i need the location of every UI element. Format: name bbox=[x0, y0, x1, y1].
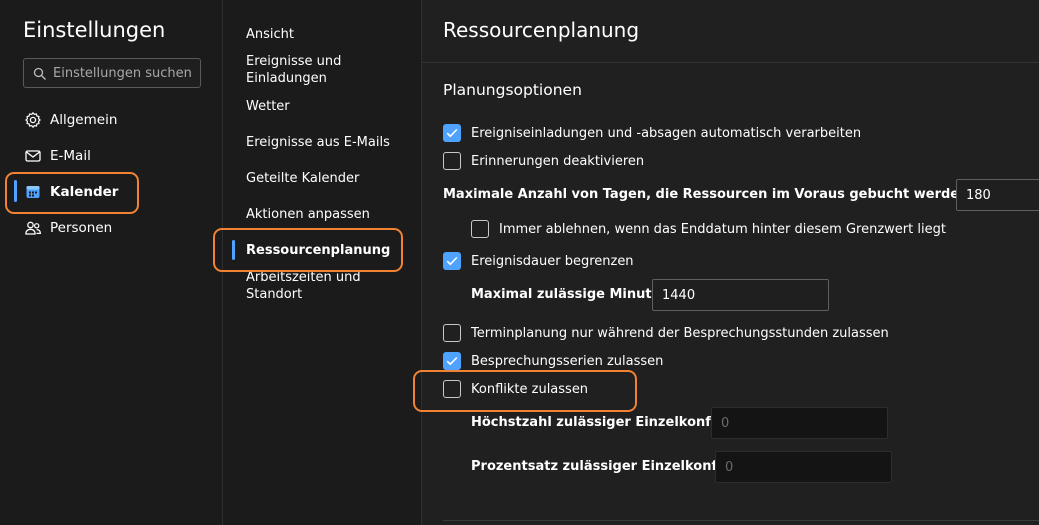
checkbox-checked-icon[interactable] bbox=[443, 124, 461, 142]
menu-item-geteilte-kalender[interactable]: Geteilte Kalender bbox=[246, 170, 411, 187]
mail-icon bbox=[23, 146, 43, 166]
pct-conflicts-label: Prozentsatz zulässiger Einzelkonflikte bbox=[471, 459, 750, 474]
option-label: Ereigniseinladungen und -absagen automat… bbox=[471, 125, 862, 141]
search-icon bbox=[33, 66, 47, 80]
highlight-annotation-kalender bbox=[5, 172, 139, 214]
highlight-annotation-konflikte bbox=[413, 370, 637, 412]
menu-item-arbeitszeiten-standort[interactable]: Arbeitszeiten und Standort bbox=[246, 269, 411, 303]
gear-icon bbox=[23, 110, 43, 130]
menu-item-ansicht[interactable]: Ansicht bbox=[246, 26, 411, 43]
resource-scheduling-pane: Ressourcenplanung Planungsoptionen Ereig… bbox=[413, 0, 1039, 525]
menu-item-ereignisse-aus-emails[interactable]: Ereignisse aus E-Mails bbox=[246, 134, 411, 151]
nav-item-label: Personen bbox=[50, 220, 113, 236]
option-label: Ereignisdauer begrenzen bbox=[471, 253, 634, 269]
settings-nav-pane: Einstellungen Einstellungen suchen Allge… bbox=[0, 0, 223, 525]
divider bbox=[422, 62, 1039, 63]
people-icon bbox=[23, 218, 43, 238]
option-label: Besprechungsserien zulassen bbox=[471, 353, 664, 369]
max-conflicts-input[interactable]: 0 bbox=[711, 407, 888, 439]
max-minutes-input[interactable]: 1440 bbox=[652, 279, 829, 311]
highlight-annotation-ressourcenplanung bbox=[213, 228, 403, 272]
checkbox-checked-icon[interactable] bbox=[443, 252, 461, 270]
nav-item-personen[interactable]: Personen bbox=[23, 216, 112, 240]
option-label: Erinnerungen deaktivieren bbox=[471, 153, 645, 169]
pct-conflicts-input[interactable]: 0 bbox=[715, 451, 892, 483]
menu-item-wetter[interactable]: Wetter bbox=[246, 98, 411, 115]
checkbox-unchecked-icon[interactable] bbox=[443, 152, 461, 170]
max-minutes-label: Maximal zulässige Minuten bbox=[471, 287, 670, 302]
option-label: Immer ablehnen, wenn das Enddatum hinter… bbox=[499, 221, 946, 237]
max-conflicts-label: Höchstzahl zulässiger Einzelkonflikte bbox=[471, 415, 744, 430]
option-always-decline[interactable]: Immer ablehnen, wenn das Enddatum hinter… bbox=[471, 220, 946, 238]
option-label: Terminplanung nur während der Besprechun… bbox=[471, 325, 889, 341]
nav-item-email[interactable]: E-Mail bbox=[23, 144, 91, 168]
option-limit-duration[interactable]: Ereignisdauer begrenzen bbox=[443, 252, 634, 270]
menu-item-aktionen-anpassen[interactable]: Aktionen anpassen bbox=[246, 206, 411, 223]
option-working-hours-only[interactable]: Terminplanung nur während der Besprechun… bbox=[443, 324, 889, 342]
max-days-input[interactable]: 180 bbox=[956, 179, 1039, 211]
checkbox-unchecked-icon[interactable] bbox=[471, 220, 489, 238]
nav-item-label: E-Mail bbox=[50, 148, 91, 164]
checkbox-checked-icon[interactable] bbox=[443, 352, 461, 370]
nav-item-allgemein[interactable]: Allgemein bbox=[23, 108, 117, 132]
menu-item-ereignisse-einladungen[interactable]: Ereignisse und Einladungen bbox=[246, 53, 411, 87]
checkbox-unchecked-icon[interactable] bbox=[443, 324, 461, 342]
calendar-settings-menu: Ansicht Ereignisse und Einladungen Wette… bbox=[213, 0, 422, 525]
divider bbox=[443, 520, 1039, 521]
option-disable-reminders[interactable]: Erinnerungen deaktivieren bbox=[443, 152, 644, 170]
settings-title: Einstellungen bbox=[23, 18, 166, 42]
section-title: Planungsoptionen bbox=[443, 81, 582, 99]
page-title: Ressourcenplanung bbox=[443, 18, 640, 42]
nav-item-label: Allgemein bbox=[50, 112, 118, 128]
search-placeholder: Einstellungen suchen bbox=[53, 66, 192, 81]
max-days-label: Maximale Anzahl von Tagen, die Ressource… bbox=[443, 187, 1027, 202]
settings-search-box[interactable]: Einstellungen suchen bbox=[23, 58, 201, 88]
option-auto-process[interactable]: Ereigniseinladungen und -absagen automat… bbox=[443, 124, 861, 142]
option-allow-series[interactable]: Besprechungsserien zulassen bbox=[443, 352, 663, 370]
